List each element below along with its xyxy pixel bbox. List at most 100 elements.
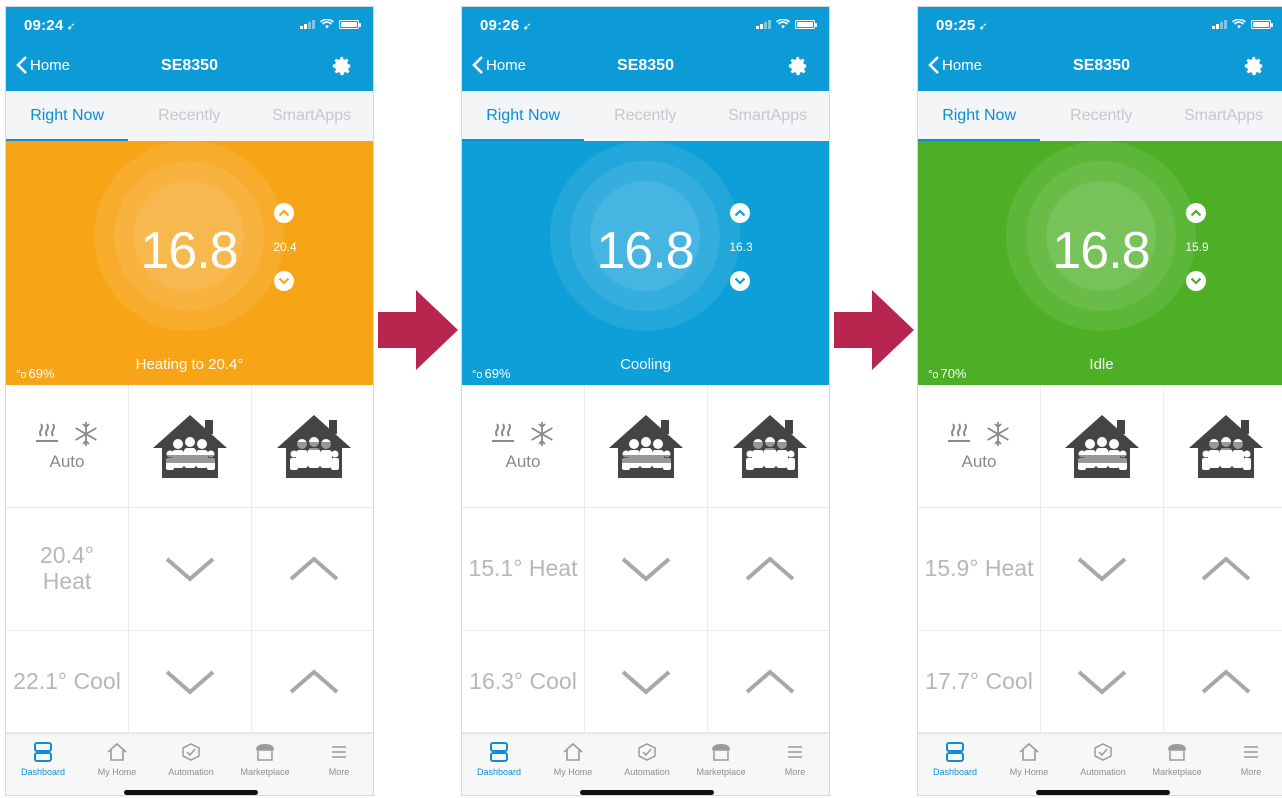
device-title: SE8350 xyxy=(161,57,218,74)
heat-down-button[interactable] xyxy=(585,508,708,631)
thermostat-hero: 16.8 15.9 °o 70% Idle xyxy=(918,141,1282,385)
home-indicator xyxy=(580,790,714,795)
automation-icon xyxy=(182,743,200,761)
control-grid: Auto 15.9° Heat 17.7° Cool xyxy=(918,385,1282,733)
system-icons xyxy=(300,19,361,29)
occupied-house-icon xyxy=(1065,415,1139,478)
tab-marketplace[interactable]: Marketplace xyxy=(228,742,302,777)
gear-icon[interactable] xyxy=(1243,55,1265,77)
tab-right-now[interactable]: Right Now xyxy=(918,91,1041,141)
status-bar: 09:26 ➶ xyxy=(462,7,829,41)
chevron-down-icon xyxy=(165,669,215,695)
setpoint-up-button[interactable] xyxy=(1186,203,1206,223)
status-time: 09:26 ➶ xyxy=(480,17,532,34)
cool-up-button[interactable] xyxy=(252,631,373,733)
chevron-up-icon xyxy=(289,668,338,694)
arrow-right-icon xyxy=(834,290,914,370)
tab-marketplace[interactable]: Marketplace xyxy=(684,742,758,777)
menu-icon xyxy=(1244,746,1258,758)
cool-down-button[interactable] xyxy=(1041,631,1164,733)
setpoint-down-button[interactable] xyxy=(1186,271,1206,291)
chevron-down-icon xyxy=(165,557,215,582)
occupied-tile[interactable] xyxy=(585,385,708,508)
nav-bar: Home SE8350 xyxy=(462,41,829,91)
occupied-tile[interactable] xyxy=(129,385,252,508)
bottom-tab-bar: Dashboard My Home Automation Marketplace… xyxy=(918,733,1282,795)
heat-icon xyxy=(948,423,970,442)
tab-right-now[interactable]: Right Now xyxy=(462,91,585,141)
tab-my-home[interactable]: My Home xyxy=(992,742,1066,777)
setpoint-value: 20.4 xyxy=(273,240,297,254)
gear-icon[interactable] xyxy=(331,55,353,77)
tab-more[interactable]: More xyxy=(1214,742,1282,777)
occupied-house-icon xyxy=(276,415,351,478)
cool-setpoint: 22.1° Cool xyxy=(13,667,121,694)
mode-tile[interactable]: Auto xyxy=(918,385,1041,508)
cool-up-button[interactable] xyxy=(708,631,829,733)
cool-down-button[interactable] xyxy=(129,631,252,733)
mode-tile[interactable]: Auto xyxy=(6,385,129,508)
status-bar: 09:25 ➶ xyxy=(918,7,1282,41)
heat-down-button[interactable] xyxy=(1041,508,1164,631)
tab-right-now[interactable]: Right Now xyxy=(6,91,129,141)
thermostat-hero: 16.8 20.4 °o 69% Heating to 20.4° xyxy=(6,141,373,385)
setpoint-down-button[interactable] xyxy=(274,271,294,291)
tab-my-home[interactable]: My Home xyxy=(536,742,610,777)
gear-icon[interactable] xyxy=(787,55,809,77)
device-title: SE8350 xyxy=(617,57,674,74)
chevron-down-icon xyxy=(734,277,746,285)
device-title: SE8350 xyxy=(1073,57,1130,74)
mode-tile[interactable]: Auto xyxy=(462,385,585,508)
tab-smartapps[interactable]: SmartApps xyxy=(250,91,372,141)
bottom-tab-bar: Dashboard My Home Automation Marketplace… xyxy=(462,733,829,795)
marketplace-icon xyxy=(712,744,730,761)
setpoint-down-button[interactable] xyxy=(730,271,750,291)
tab-recently[interactable]: Recently xyxy=(584,91,706,141)
tab-dashboard[interactable]: Dashboard xyxy=(6,742,80,777)
chevron-up-icon xyxy=(1201,668,1250,694)
dashboard-icon xyxy=(490,742,508,762)
phone-screen-idle: 09:25 ➶ Home SE8350 Right Now Recently Sm… xyxy=(917,6,1282,796)
control-grid: Auto 20.4° Heat 22.1° Cool xyxy=(6,385,373,733)
heat-up-button[interactable] xyxy=(708,508,829,631)
tab-recently[interactable]: Recently xyxy=(1040,91,1162,141)
tab-automation[interactable]: Automation xyxy=(1066,742,1140,777)
tab-smartapps[interactable]: SmartApps xyxy=(706,91,828,141)
heat-up-button[interactable] xyxy=(1164,508,1282,631)
tab-smartapps[interactable]: SmartApps xyxy=(1162,91,1282,141)
marketplace-icon xyxy=(1168,744,1186,761)
chevron-down-icon xyxy=(1190,277,1202,285)
snowflake-icon xyxy=(531,422,553,446)
phone-screen-heating: 09:24 ➶ Home SE8350 Right Now Recently Sm… xyxy=(5,6,374,796)
system-icons xyxy=(756,19,817,29)
operating-state: Idle xyxy=(1089,356,1114,373)
heat-setpoint-tile: 15.9° Heat xyxy=(918,508,1041,631)
chevron-up-icon xyxy=(278,209,290,217)
tab-automation[interactable]: Automation xyxy=(610,742,684,777)
menu-icon xyxy=(788,746,802,758)
tab-automation[interactable]: Automation xyxy=(154,742,228,777)
tab-my-home[interactable]: My Home xyxy=(80,742,154,777)
status-time: 09:25 ➶ xyxy=(936,17,988,34)
mode-label: Auto xyxy=(961,452,997,471)
tab-dashboard[interactable]: Dashboard xyxy=(462,742,536,777)
occupied-tile[interactable] xyxy=(1041,385,1164,508)
tab-dashboard[interactable]: Dashboard xyxy=(918,742,992,777)
tab-more[interactable]: More xyxy=(758,742,829,777)
tab-recently[interactable]: Recently xyxy=(128,91,250,141)
cool-up-button[interactable] xyxy=(1164,631,1282,733)
setpoint-up-button[interactable] xyxy=(274,203,294,223)
occupied-tile-alt[interactable] xyxy=(708,385,829,508)
heat-down-button[interactable] xyxy=(129,508,252,631)
cool-setpoint: 16.3° Cool xyxy=(469,667,577,694)
chevron-up-icon xyxy=(734,209,746,217)
tab-more[interactable]: More xyxy=(302,742,373,777)
occupied-tile-alt[interactable] xyxy=(252,385,373,508)
occupied-tile-alt[interactable] xyxy=(1164,385,1282,508)
heat-up-button[interactable] xyxy=(252,508,373,631)
setpoint-up-button[interactable] xyxy=(730,203,750,223)
chevron-up-icon xyxy=(745,668,794,694)
cool-down-button[interactable] xyxy=(585,631,708,733)
tab-marketplace[interactable]: Marketplace xyxy=(1140,742,1214,777)
occupied-house-icon xyxy=(1188,415,1263,478)
